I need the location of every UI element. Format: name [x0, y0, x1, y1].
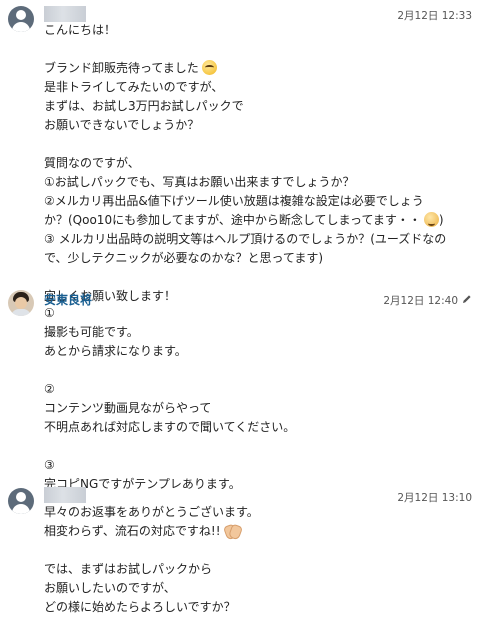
message-line: あとから請求になります。 [44, 344, 187, 358]
sender-name-blurred[interactable] [44, 487, 86, 503]
message-line: ② [44, 382, 55, 396]
message-line: どの様に始めたらよろしいですか？ [44, 600, 236, 614]
message-line: ③ [44, 458, 55, 472]
message-line: 早々のお返事をありがとうございます。 [44, 505, 259, 519]
message-line: 相変わらず、流石の対応ですね!! [44, 522, 464, 541]
message-line: お願いできないでしょうか？ [44, 118, 200, 132]
message-line: 質問なのですが、 [44, 156, 140, 170]
message-line: では、まずはお試しパックから [44, 562, 213, 576]
message-line: ブランド卸販売待ってました [44, 59, 464, 78]
message-line: ①お試しパックでも、写真はお願い出来ますでしょうか？ [44, 175, 355, 189]
message-body: こんにちは！ ブランド卸販売待ってました 是非トライしてみたいのですが、 まずは… [44, 21, 464, 306]
message-line: で、少しテクニックが必要なのかな？と思ってます) [44, 251, 324, 265]
thinking-face-emoji [201, 60, 217, 75]
avatar-head-shape [16, 10, 26, 20]
message-line: こんにちは！ [44, 23, 117, 37]
message-line: まずは、お試し3万円お試しパックで [44, 99, 244, 113]
avatar-shoulders-shape [12, 22, 30, 32]
avatar-body-shape [11, 309, 31, 316]
sender-name-blurred[interactable] [44, 6, 86, 22]
message-body: 早々のお返事をありがとうございます。 相変わらず、流石の対応ですね!! では、ま… [44, 503, 464, 617]
message-body: ① 撮影も可能です。 あとから請求になります。 ② コンテンツ動画見ながらやって… [44, 304, 464, 494]
message-line: コンテンツ動画見ながらやって [44, 401, 212, 415]
avatar-head-shape [16, 492, 26, 502]
avatar-shoulders-shape [12, 504, 30, 514]
clapping-hands-emoji [222, 523, 243, 541]
message-line: 是非トライしてみたいのですが、 [44, 80, 224, 94]
message-line: ②メルカリ再出品&値下げツール使い放題は複雑な設定は必要でしょう [44, 194, 424, 208]
message-line: か？(Qoo10にも参加してますが、途中から断念してしまってます・・) [44, 212, 444, 227]
message-line: ① [44, 306, 55, 320]
message-line: ③ メルカリ出品時の説明文等はヘルプ頂けるのでしょうか？(ユーズドなの [44, 232, 447, 246]
message-line: 不明点あれば対応しますので聞いてください。 [44, 420, 296, 434]
user-photo-avatar[interactable] [8, 290, 34, 316]
sad-face-emoji [423, 212, 439, 227]
default-user-avatar[interactable] [8, 488, 34, 514]
avatar-face-shape [15, 297, 27, 309]
message-line: お願いしたいのですが、 [44, 581, 176, 595]
default-user-avatar[interactable] [8, 6, 34, 32]
pencil-icon[interactable] [462, 294, 472, 304]
message-line: 撮影も可能です。 [44, 325, 139, 339]
